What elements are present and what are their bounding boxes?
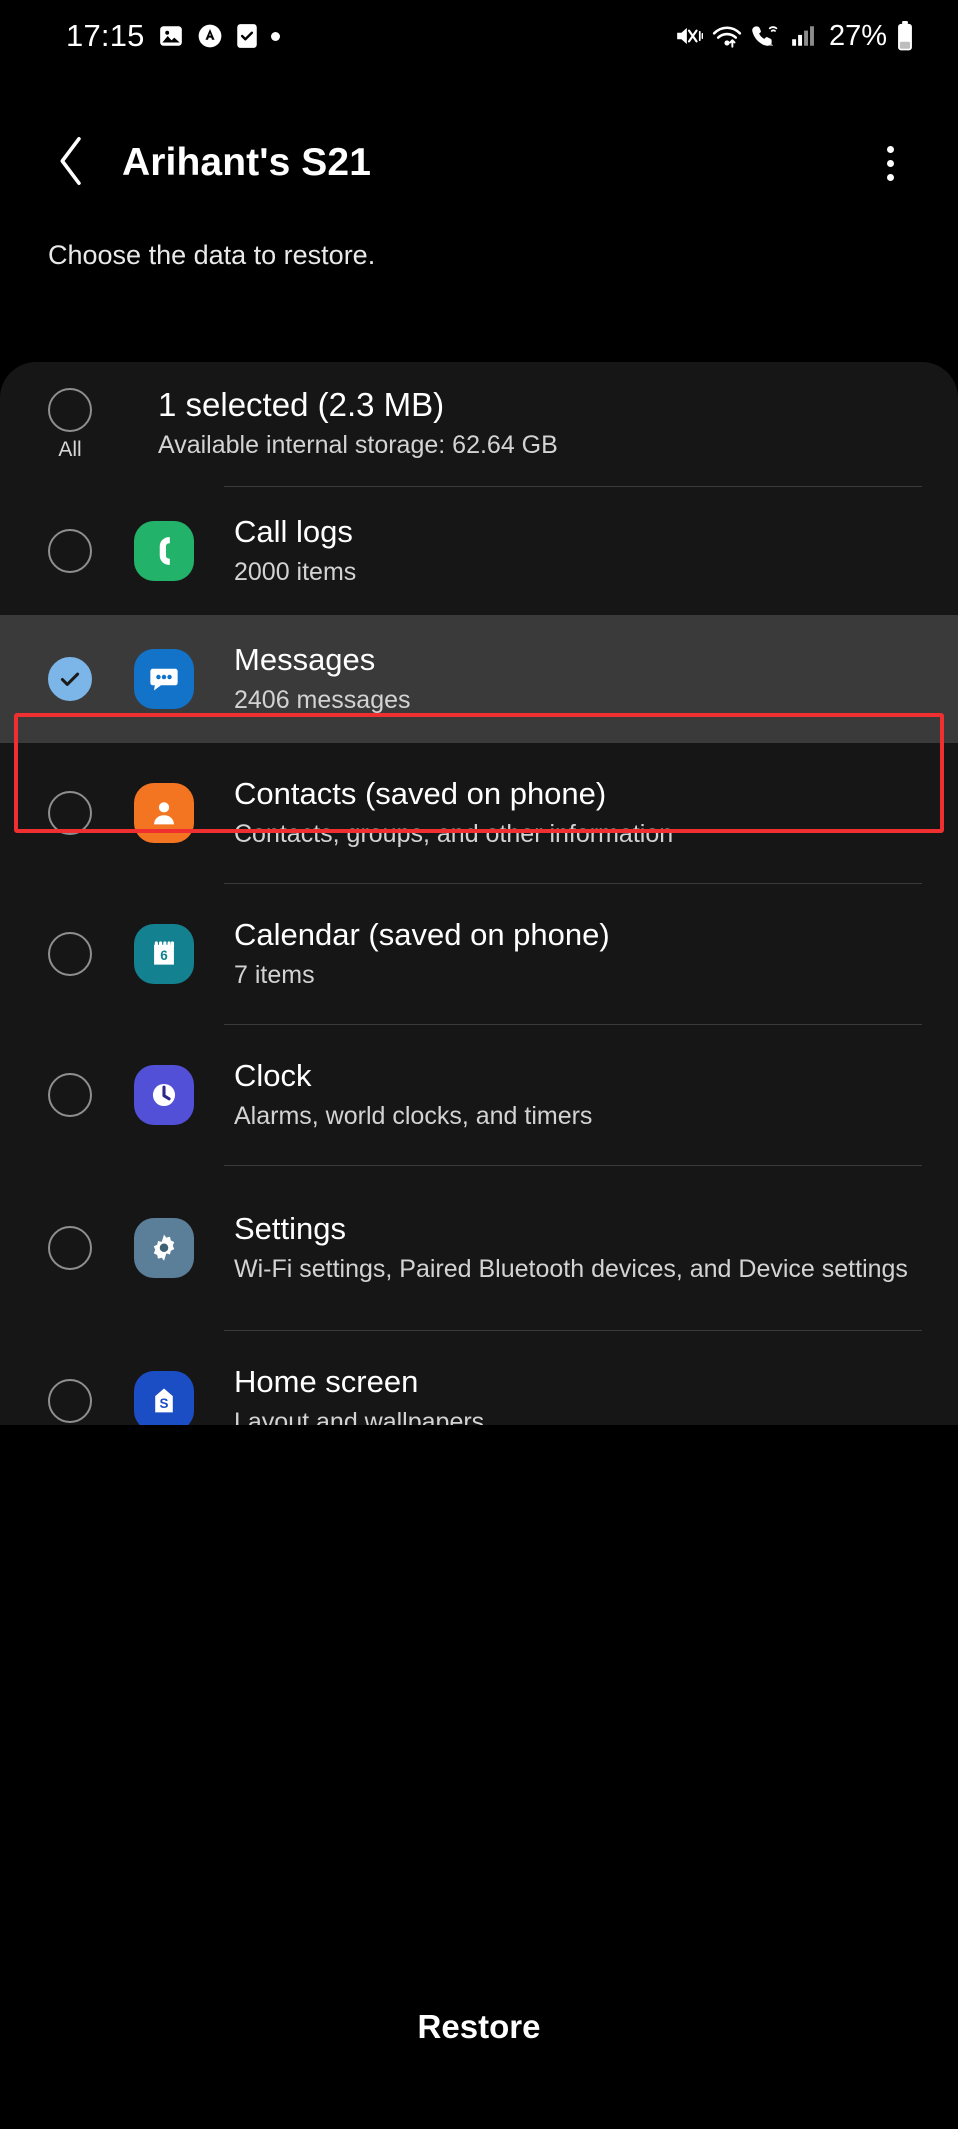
- phone-icon: [134, 521, 194, 581]
- home-screen-subtitle: Layout and wallpapers: [234, 1408, 485, 1425]
- home-s-icon: S: [134, 1371, 194, 1425]
- more-vertical-icon: [886, 159, 894, 167]
- select-all-row[interactable]: All 1 selected (2.3 MB) Available intern…: [0, 362, 958, 486]
- messages-title: Messages: [234, 642, 376, 678]
- list-item-settings[interactable]: Settings Wi-Fi settings, Paired Bluetoot…: [0, 1166, 958, 1330]
- home-screen-text: Home screen Layout and wallpapers: [234, 1363, 924, 1425]
- restore-items-card: All 1 selected (2.3 MB) Available intern…: [0, 362, 958, 1425]
- footer-bar: Restore: [0, 1925, 958, 2129]
- more-vertical-icon: [886, 145, 894, 153]
- wifi-calling-icon: 1: [751, 23, 781, 49]
- dot-indicator-icon: [270, 31, 280, 41]
- svg-text:1: 1: [769, 38, 774, 48]
- clock-radio-wrap[interactable]: [48, 1073, 92, 1117]
- contacts-subtitle: Contacts, groups, and other information: [234, 820, 674, 849]
- clock-radio[interactable]: [48, 1073, 92, 1117]
- contacts-radio[interactable]: [48, 791, 92, 835]
- select-all-label: All: [58, 438, 82, 461]
- calendar-subtitle: 7 items: [234, 961, 315, 990]
- message-bubble-icon: [134, 649, 194, 709]
- clock-icon: [134, 1065, 194, 1125]
- mute-vibrate-icon: [675, 23, 703, 49]
- restore-button[interactable]: Restore: [418, 2008, 541, 2046]
- list-item-call-logs[interactable]: Call logs 2000 items: [0, 487, 958, 615]
- phone-screen: 17:15 1 27% Arihant's S21 Choose the dat…: [0, 0, 958, 2129]
- clock-text: Clock Alarms, world clocks, and timers: [234, 1057, 924, 1132]
- settings-radio-wrap[interactable]: [48, 1226, 92, 1270]
- list-item-home-screen[interactable]: S Home screen Layout and wallpapers: [0, 1331, 958, 1425]
- image-icon: [158, 23, 184, 49]
- app-bar: Arihant's S21: [0, 108, 958, 218]
- more-vertical-icon: [886, 173, 894, 181]
- battery-icon: [896, 21, 914, 51]
- list-item-contacts[interactable]: Contacts (saved on phone) Contacts, grou…: [0, 743, 958, 883]
- person-icon: [134, 783, 194, 843]
- home-screen-radio-wrap[interactable]: [48, 1379, 92, 1423]
- selected-count-label: 1 selected (2.3 MB): [158, 386, 445, 423]
- signal-bars-icon: [790, 23, 816, 49]
- calendar-day-number: 6: [160, 948, 167, 963]
- home-screen-title: Home screen: [234, 1364, 419, 1400]
- page-title: Arihant's S21: [122, 141, 371, 184]
- status-bar-right: 1 27%: [675, 20, 914, 53]
- status-bar: 17:15 1 27%: [0, 0, 958, 72]
- overflow-menu-button[interactable]: [862, 135, 918, 191]
- messages-radio-wrap[interactable]: [48, 657, 92, 701]
- summary-text-block: 1 selected (2.3 MB) Available internal s…: [158, 384, 924, 462]
- clock-subtitle: Alarms, world clocks, and timers: [234, 1102, 593, 1131]
- battery-percent-label: 27%: [828, 19, 887, 52]
- call-logs-text: Call logs 2000 items: [234, 513, 924, 588]
- android-auto-icon: [197, 23, 223, 49]
- contacts-title: Contacts (saved on phone): [234, 776, 607, 812]
- select-all-radio-wrap[interactable]: All: [48, 388, 92, 462]
- select-all-radio[interactable]: [48, 388, 92, 432]
- list-item-clock[interactable]: Clock Alarms, world clocks, and timers: [0, 1025, 958, 1165]
- settings-subtitle: Wi-Fi settings, Paired Bluetooth devices…: [234, 1255, 908, 1284]
- status-clock: 17:15: [66, 18, 145, 53]
- calendar-icon: 6: [134, 924, 194, 984]
- call-logs-subtitle: 2000 items: [234, 558, 357, 587]
- settings-radio[interactable]: [48, 1226, 92, 1270]
- calendar-radio-wrap[interactable]: [48, 932, 92, 976]
- settings-text: Settings Wi-Fi settings, Paired Bluetoot…: [234, 1210, 924, 1285]
- call-logs-radio[interactable]: [48, 529, 92, 573]
- list-item-calendar[interactable]: 6 Calendar (saved on phone) 7 items: [0, 884, 958, 1024]
- list-item-messages[interactable]: Messages 2406 messages: [0, 615, 958, 743]
- call-logs-radio-wrap[interactable]: [48, 529, 92, 573]
- wifi-transfer-icon: [712, 23, 742, 49]
- contacts-radio-wrap[interactable]: [48, 791, 92, 835]
- home-screen-radio[interactable]: [48, 1379, 92, 1423]
- calendar-title: Calendar (saved on phone): [234, 917, 610, 953]
- svg-text:S: S: [160, 1396, 169, 1411]
- clock-title: Clock: [234, 1058, 312, 1094]
- instruction-text: Choose the data to restore.: [48, 240, 376, 270]
- chevron-left-icon: [55, 136, 89, 191]
- calendar-radio[interactable]: [48, 932, 92, 976]
- available-storage-label: Available internal storage: 62.64 GB: [158, 431, 558, 460]
- gear-icon: [134, 1218, 194, 1278]
- contacts-text: Contacts (saved on phone) Contacts, grou…: [234, 775, 924, 850]
- status-bar-left: 17:15: [66, 18, 280, 54]
- settings-title: Settings: [234, 1211, 347, 1247]
- back-button[interactable]: [44, 135, 100, 191]
- messages-text: Messages 2406 messages: [234, 641, 924, 716]
- calendar-text: Calendar (saved on phone) 7 items: [234, 916, 924, 991]
- task-check-icon: [236, 23, 258, 49]
- call-logs-title: Call logs: [234, 514, 353, 550]
- messages-subtitle: 2406 messages: [234, 686, 411, 715]
- messages-radio[interactable]: [48, 657, 92, 701]
